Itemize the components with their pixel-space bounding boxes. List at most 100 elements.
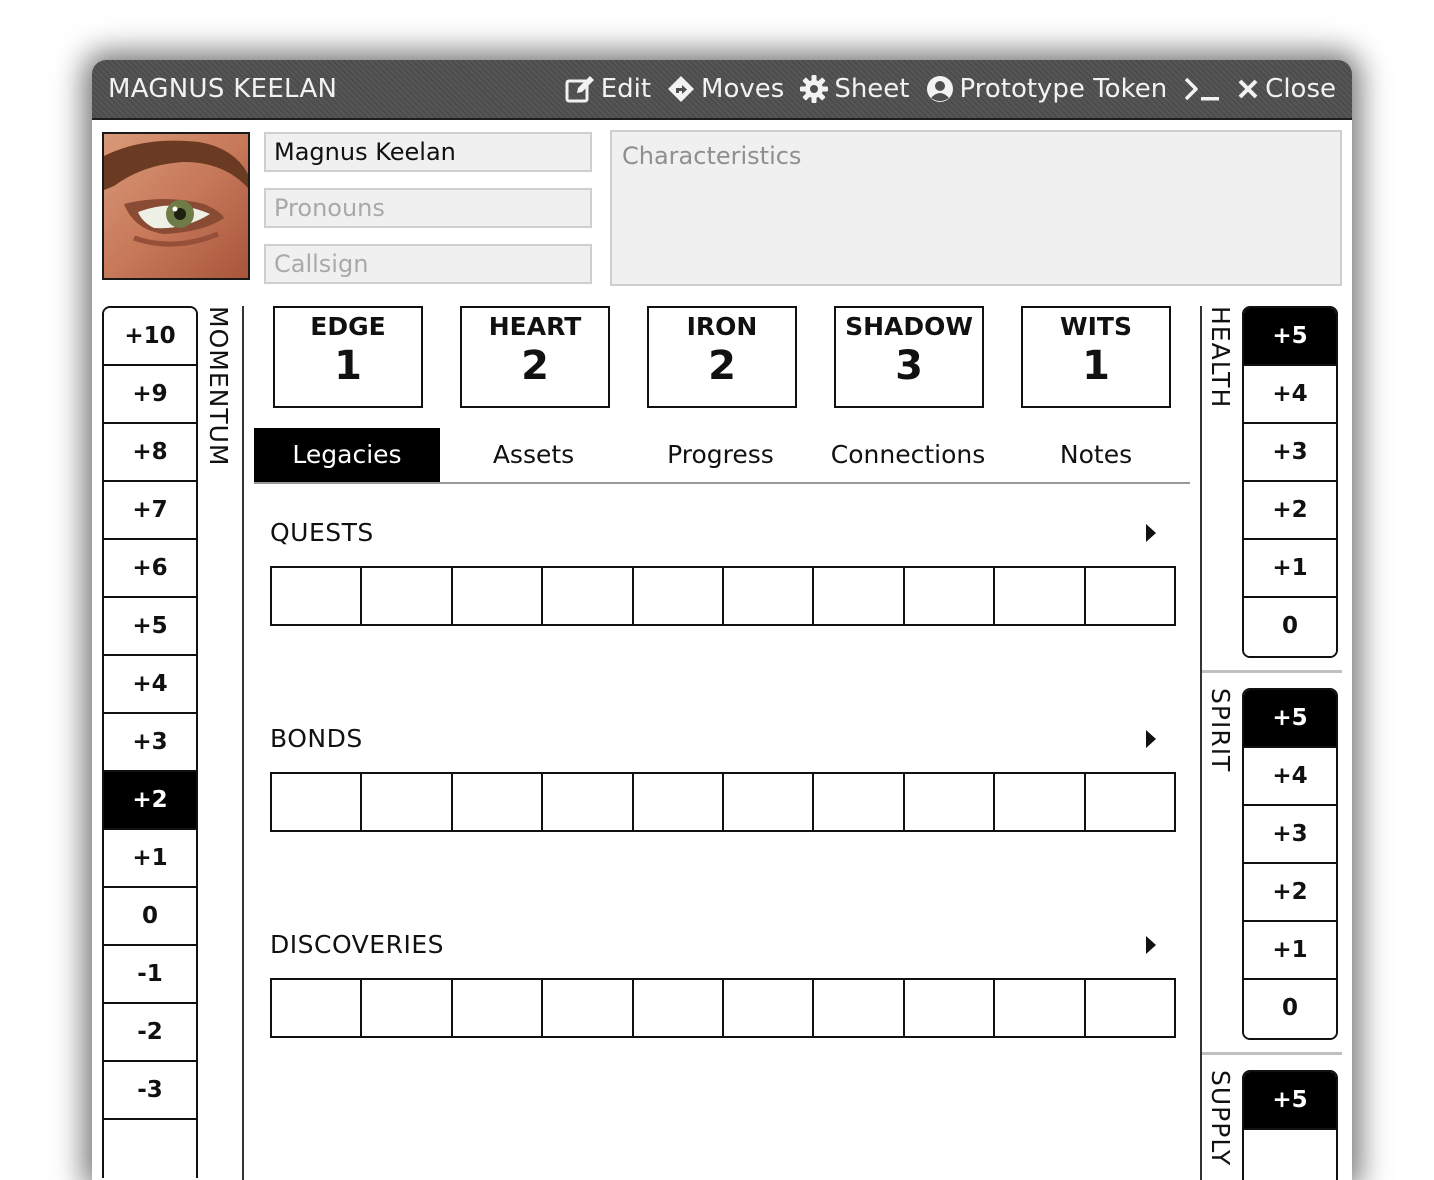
health-cell[interactable]: +1: [1244, 540, 1336, 598]
progress-box[interactable]: [543, 980, 634, 1036]
stat-label: SHADOW: [845, 312, 973, 341]
progress-box[interactable]: [453, 980, 544, 1036]
health-cell[interactable]: +4: [1244, 366, 1336, 424]
progress-box[interactable]: [362, 774, 453, 830]
stat-value: 2: [521, 343, 549, 389]
quests-expand-caret-icon[interactable]: [1146, 524, 1156, 542]
characteristics-field[interactable]: Characteristics: [610, 130, 1342, 286]
window-titlebar[interactable]: MAGNUS KEELAN Edit Moves Sheet Prototype…: [92, 60, 1352, 120]
spirit-cell[interactable]: +4: [1244, 748, 1336, 806]
progress-box[interactable]: [634, 568, 725, 624]
spirit-cell[interactable]: +2: [1244, 864, 1336, 922]
tab-assets[interactable]: Assets: [440, 428, 627, 482]
progress-box[interactable]: [724, 568, 815, 624]
progress-box[interactable]: [634, 980, 725, 1036]
tab-notes[interactable]: Notes: [1002, 428, 1190, 482]
stat-iron[interactable]: IRON 2: [647, 306, 797, 408]
progress-box[interactable]: [453, 568, 544, 624]
momentum-cell[interactable]: +8: [104, 424, 196, 482]
supply-cell[interactable]: [1244, 1130, 1336, 1180]
progress-box[interactable]: [1086, 568, 1174, 624]
moves-button[interactable]: Moves: [667, 74, 784, 104]
progress-box[interactable]: [634, 774, 725, 830]
progress-box[interactable]: [543, 568, 634, 624]
stat-heart[interactable]: HEART 2: [460, 306, 610, 408]
progress-box[interactable]: [995, 568, 1086, 624]
progress-box[interactable]: [272, 568, 363, 624]
meter-separator: [1202, 670, 1342, 673]
progress-box[interactable]: [272, 980, 363, 1036]
tab-progress[interactable]: Progress: [627, 428, 814, 482]
momentum-cell[interactable]: -1: [104, 946, 196, 1004]
progress-box[interactable]: [543, 774, 634, 830]
name-field[interactable]: Magnus Keelan: [264, 132, 592, 172]
progress-box[interactable]: [362, 568, 453, 624]
spirit-track: +5 +4 +3 +2 +1 0: [1242, 688, 1338, 1040]
progress-box[interactable]: [453, 774, 544, 830]
callsign-field[interactable]: Callsign: [264, 244, 592, 284]
stat-wits[interactable]: WITS 1: [1021, 306, 1171, 408]
momentum-cell[interactable]: +9: [104, 366, 196, 424]
sheet-button[interactable]: Sheet: [800, 74, 910, 104]
terminal-button[interactable]: [1183, 75, 1221, 103]
user-circle-icon: [926, 76, 953, 102]
tab-connections[interactable]: Connections: [814, 428, 1002, 482]
supply-cell-current[interactable]: +5: [1244, 1072, 1336, 1130]
quests-progress-track: [270, 566, 1176, 626]
stat-edge[interactable]: EDGE 1: [273, 306, 423, 408]
progress-box[interactable]: [362, 980, 453, 1036]
progress-box[interactable]: [905, 568, 996, 624]
stat-value: 3: [895, 343, 923, 389]
momentum-cell[interactable]: +3: [104, 714, 196, 772]
spirit-cell[interactable]: +3: [1244, 806, 1336, 864]
progress-box[interactable]: [724, 980, 815, 1036]
momentum-cell[interactable]: +7: [104, 482, 196, 540]
close-icon: [1238, 79, 1258, 99]
health-label: HEALTH: [1206, 306, 1235, 409]
stat-label: HEART: [488, 312, 582, 341]
pronouns-field[interactable]: Pronouns: [264, 188, 592, 228]
spirit-cell-current[interactable]: +5: [1244, 690, 1336, 748]
spirit-label: SPIRIT: [1206, 688, 1235, 773]
momentum-cell[interactable]: +4: [104, 656, 196, 714]
progress-box[interactable]: [995, 980, 1086, 1036]
progress-box[interactable]: [814, 568, 905, 624]
tab-legacies[interactable]: Legacies: [254, 428, 440, 482]
momentum-cell[interactable]: +1: [104, 830, 196, 888]
terminal-icon: [1184, 77, 1220, 101]
health-cell-current[interactable]: +5: [1244, 308, 1336, 366]
progress-box[interactable]: [905, 774, 996, 830]
progress-box[interactable]: [905, 980, 996, 1036]
window-title: MAGNUS KEELAN: [108, 74, 338, 104]
header-controls: Edit Moves Sheet Prototype Token Close: [565, 60, 1336, 118]
prototype-token-button[interactable]: Prototype Token: [926, 74, 1167, 104]
spirit-cell[interactable]: 0: [1244, 980, 1336, 1038]
momentum-cell[interactable]: -2: [104, 1004, 196, 1062]
discoveries-expand-caret-icon[interactable]: [1146, 936, 1156, 954]
close-button[interactable]: Close: [1237, 74, 1336, 104]
health-cell[interactable]: +2: [1244, 482, 1336, 540]
momentum-cell[interactable]: +5: [104, 598, 196, 656]
edit-button[interactable]: Edit: [565, 74, 651, 104]
progress-box[interactable]: [1086, 980, 1174, 1036]
progress-box[interactable]: [995, 774, 1086, 830]
health-cell[interactable]: +3: [1244, 424, 1336, 482]
momentum-cell-current[interactable]: +2: [104, 772, 196, 830]
stat-shadow[interactable]: SHADOW 3: [834, 306, 984, 408]
momentum-cell[interactable]: [104, 1120, 196, 1178]
progress-box[interactable]: [814, 774, 905, 830]
character-portrait[interactable]: [102, 132, 250, 280]
progress-box[interactable]: [814, 980, 905, 1036]
momentum-cell[interactable]: +10: [104, 308, 196, 366]
spirit-cell[interactable]: +1: [1244, 922, 1336, 980]
bonds-expand-caret-icon[interactable]: [1146, 730, 1156, 748]
momentum-cell[interactable]: 0: [104, 888, 196, 946]
progress-box[interactable]: [272, 774, 363, 830]
progress-box[interactable]: [1086, 774, 1174, 830]
stat-value: 2: [708, 343, 736, 389]
momentum-cell[interactable]: +6: [104, 540, 196, 598]
health-cell[interactable]: 0: [1244, 598, 1336, 656]
progress-box[interactable]: [724, 774, 815, 830]
momentum-cell[interactable]: -3: [104, 1062, 196, 1120]
gear-icon: [800, 75, 829, 103]
